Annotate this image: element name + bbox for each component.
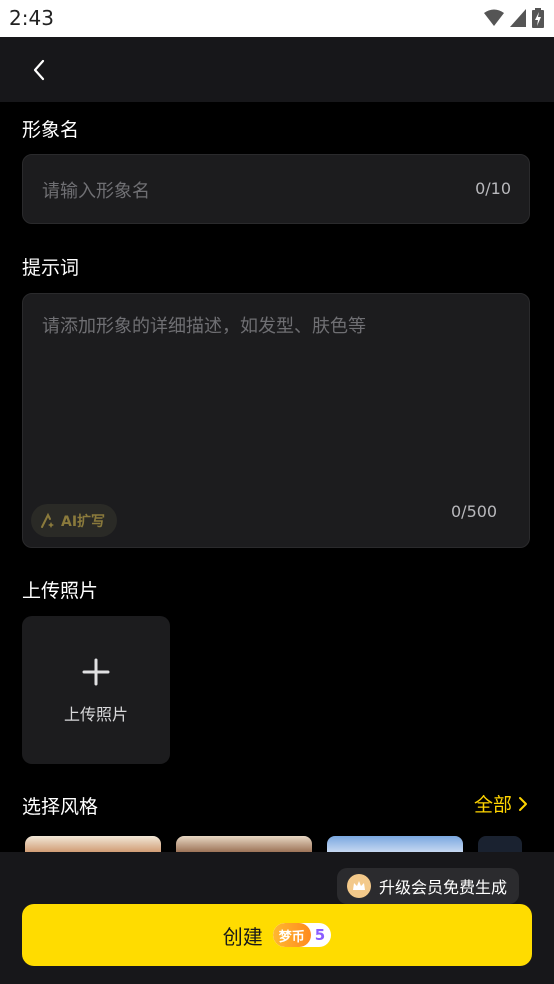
style-all-link[interactable]: 全部 bbox=[474, 790, 528, 817]
upload-tile-label: 上传照片 bbox=[63, 705, 128, 724]
style-all-label: 全部 bbox=[473, 794, 512, 816]
name-placeholder: 请输入形象名 bbox=[42, 181, 150, 202]
nav-bar bbox=[0, 37, 554, 102]
coin-count: 5 bbox=[314, 926, 326, 944]
upload-photo-button[interactable]: 上传照片 bbox=[22, 616, 170, 764]
prompt-counter: 0/500 bbox=[451, 502, 498, 521]
create-button[interactable]: 创建 梦币 5 bbox=[22, 904, 532, 966]
ai-expand-label: AI扩写 bbox=[61, 513, 106, 530]
prompt-placeholder: 请添加形象的详细描述，如发型、肤色等 bbox=[42, 316, 366, 337]
status-bar: 2:43 bbox=[0, 0, 554, 37]
name-input[interactable]: 请输入形象名 0/10 bbox=[22, 154, 530, 224]
upload-label: 上传照片 bbox=[22, 580, 99, 602]
vip-upgrade-button[interactable]: 升级会员免费生成 bbox=[337, 868, 520, 904]
name-counter: 0/10 bbox=[475, 179, 511, 198]
crown-icon bbox=[347, 874, 371, 898]
prompt-label: 提示词 bbox=[22, 257, 80, 279]
coin-label: 梦币 bbox=[272, 923, 311, 947]
coin-cost-badge: 梦币 5 bbox=[272, 923, 332, 947]
signal-icon bbox=[510, 9, 526, 27]
wifi-icon bbox=[484, 9, 504, 26]
ai-expand-button[interactable]: AI扩写 bbox=[31, 504, 118, 537]
chevron-right-icon bbox=[519, 796, 527, 811]
vip-upgrade-label: 升级会员免费生成 bbox=[379, 878, 508, 897]
ai-sparkle-icon bbox=[41, 512, 54, 528]
plus-icon bbox=[82, 658, 110, 686]
status-icons bbox=[484, 8, 544, 28]
prompt-textarea[interactable]: 请添加形象的详细描述，如发型、肤色等 AI扩写 0/500 bbox=[22, 293, 530, 548]
battery-icon bbox=[532, 8, 544, 28]
style-label: 选择风格 bbox=[22, 796, 99, 818]
create-label: 创建 bbox=[222, 924, 263, 949]
chevron-left-icon bbox=[33, 59, 45, 81]
back-button[interactable] bbox=[22, 53, 56, 87]
name-label: 形象名 bbox=[22, 119, 80, 141]
status-time: 2:43 bbox=[9, 6, 54, 30]
